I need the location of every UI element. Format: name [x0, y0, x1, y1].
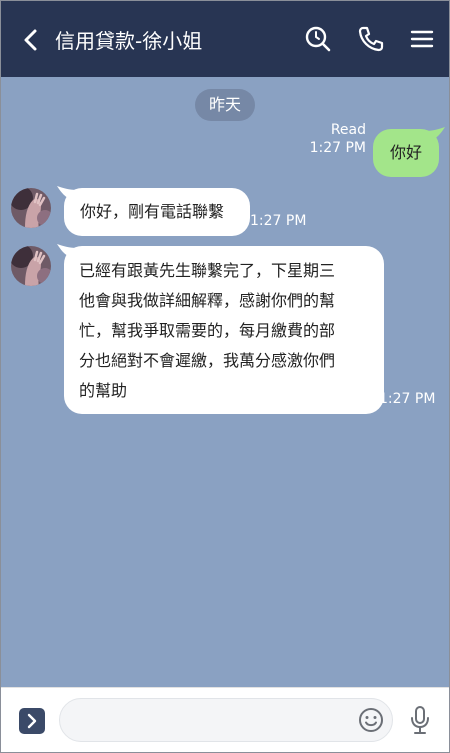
message-line: 分也絕對不會遲繳，我萬分感激你們 — [79, 351, 336, 370]
chevron-right-icon — [27, 713, 37, 729]
microphone-button[interactable] — [409, 705, 431, 735]
message-time: 1:27 PM — [250, 213, 307, 229]
search-button[interactable] — [304, 25, 332, 53]
read-receipt: Read 1:27 PM — [306, 121, 366, 157]
emoji-icon — [359, 708, 383, 732]
message-list[interactable]: 昨天 Read 1:27 PM 你好 你好，剛有電話聯繫 1:27 PM 已經有… — [1, 77, 449, 689]
search-icon — [305, 26, 331, 52]
composer-bar — [1, 687, 449, 752]
avatar-image — [11, 188, 51, 228]
chat-screen: 信用貸款-徐小姐 昨天 Read 1:27 PM 你好 你好，剛有電話聯繫 1:… — [0, 0, 450, 753]
message-line: 忙，幫我爭取需要的，每月繳費的部 — [79, 321, 336, 340]
read-label: Read — [330, 122, 366, 138]
menu-button[interactable] — [408, 25, 436, 53]
message-line: 已經有跟黃先生聯繫完了，下星期三 — [79, 261, 336, 280]
chat-title: 信用貸款-徐小姐 — [55, 29, 203, 53]
emoji-button[interactable] — [358, 707, 384, 733]
received-message-bubble[interactable]: 已經有跟黃先生聯繫完了，下星期三 他會與我做詳細解釋，感謝你們的幫 忙，幫我爭取… — [64, 246, 384, 414]
avatar-image — [11, 246, 51, 286]
message-line: 的幫助 — [79, 381, 128, 400]
message-input[interactable] — [59, 698, 393, 742]
chevron-left-icon — [24, 29, 37, 51]
message-time: 1:27 PM — [309, 140, 366, 156]
back-button[interactable] — [19, 27, 43, 53]
microphone-icon — [411, 706, 429, 734]
message-time: 1:27 PM — [379, 391, 436, 407]
sent-message-bubble[interactable]: 你好 — [373, 129, 439, 177]
avatar[interactable] — [11, 246, 51, 286]
call-button[interactable] — [357, 25, 385, 53]
date-separator: 昨天 — [195, 89, 255, 121]
chat-header: 信用貸款-徐小姐 — [1, 1, 449, 77]
avatar[interactable] — [11, 188, 51, 228]
expand-button[interactable] — [19, 708, 45, 734]
received-message-bubble[interactable]: 你好，剛有電話聯繫 — [64, 188, 250, 236]
menu-icon — [410, 30, 434, 48]
message-line: 他會與我做詳細解釋，感謝你們的幫 — [79, 291, 336, 310]
phone-icon — [358, 26, 384, 52]
